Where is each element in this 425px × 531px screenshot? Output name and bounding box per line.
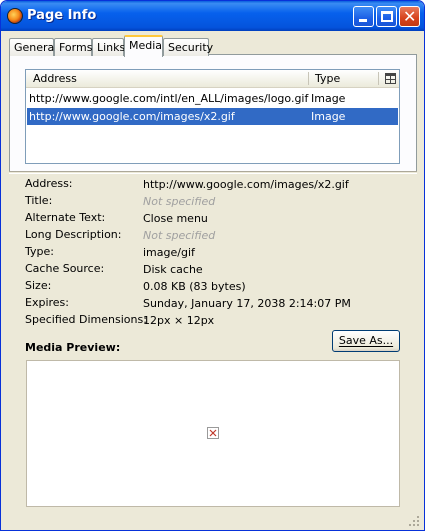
minimize-button[interactable] — [353, 6, 374, 27]
long-description-label: Long Description: — [25, 228, 122, 241]
tab-general-label: General — [14, 41, 58, 54]
address-label: Address: — [25, 177, 73, 190]
column-divider[interactable] — [308, 72, 309, 85]
tab-security-label: Security — [168, 41, 214, 54]
page-info-dialog: Page Info ✕ General Forms Links Media Se… — [0, 0, 425, 531]
splitter[interactable] — [9, 171, 417, 174]
column-divider[interactable] — [378, 72, 379, 85]
firefox-icon — [7, 8, 23, 24]
tab-security[interactable]: Security — [163, 38, 213, 56]
minimize-icon — [359, 19, 367, 22]
cache-source-label: Cache Source: — [25, 262, 105, 275]
media-preview-label: Media Preview: — [25, 341, 121, 354]
maximize-icon — [381, 11, 393, 22]
tab-forms[interactable]: Forms — [54, 38, 92, 56]
media-list-header: Address Type — [26, 70, 399, 88]
tab-forms-label: Forms — [59, 41, 93, 54]
media-list[interactable]: Address Type http://www.google.com/intl/… — [25, 69, 400, 164]
address-value: http://www.google.com/images/x2.gif — [143, 178, 349, 191]
maximize-button[interactable] — [376, 6, 397, 27]
window-title: Page Info — [27, 8, 97, 23]
close-button[interactable]: ✕ — [399, 6, 420, 27]
size-value: 0.08 KB (83 bytes) — [143, 280, 246, 293]
title-value: Not specified — [143, 195, 216, 208]
row-address: http://www.google.com/images/x2.gif — [29, 110, 235, 123]
resize-grip-icon[interactable] — [408, 515, 420, 527]
save-as-button[interactable]: Save As... — [332, 330, 400, 352]
expires-value: Sunday, January 17, 2038 2:14:07 PM — [143, 297, 351, 310]
media-list-row[interactable]: http://www.google.com/intl/en_ALL/images… — [27, 90, 398, 107]
cache-source-value: Disk cache — [143, 263, 203, 276]
tab-links[interactable]: Links — [92, 38, 126, 56]
type-label: Type: — [25, 245, 54, 258]
type-value: image/gif — [143, 246, 195, 259]
row-type: Image — [311, 92, 346, 105]
row-address: http://www.google.com/intl/en_ALL/images… — [29, 92, 309, 105]
tab-general[interactable]: General — [9, 38, 58, 56]
column-picker-icon[interactable] — [385, 73, 396, 84]
title-bar[interactable]: Page Info ✕ — [1, 1, 424, 31]
save-as-label: Save As... — [338, 334, 394, 347]
close-icon: ✕ — [403, 7, 417, 26]
tab-media[interactable]: Media — [124, 35, 163, 57]
tab-media-label: Media — [129, 39, 163, 52]
column-address[interactable]: Address — [33, 72, 77, 85]
row-type: Image — [311, 110, 346, 123]
alt-text-value: Close menu — [143, 212, 208, 225]
dimensions-value: 12px × 12px — [143, 314, 215, 327]
column-type[interactable]: Type — [315, 72, 340, 85]
media-preview — [26, 360, 400, 507]
dimensions-label: Specified Dimensions: — [25, 313, 147, 326]
title-label: Title: — [25, 194, 53, 207]
broken-image-icon — [207, 427, 219, 439]
expires-label: Expires: — [25, 296, 69, 309]
media-list-row-selected[interactable]: http://www.google.com/images/x2.gif Imag… — [27, 108, 398, 125]
tab-links-label: Links — [97, 41, 126, 54]
alt-text-label: Alternate Text: — [25, 211, 106, 224]
size-label: Size: — [25, 279, 52, 292]
long-description-value: Not specified — [143, 229, 216, 242]
